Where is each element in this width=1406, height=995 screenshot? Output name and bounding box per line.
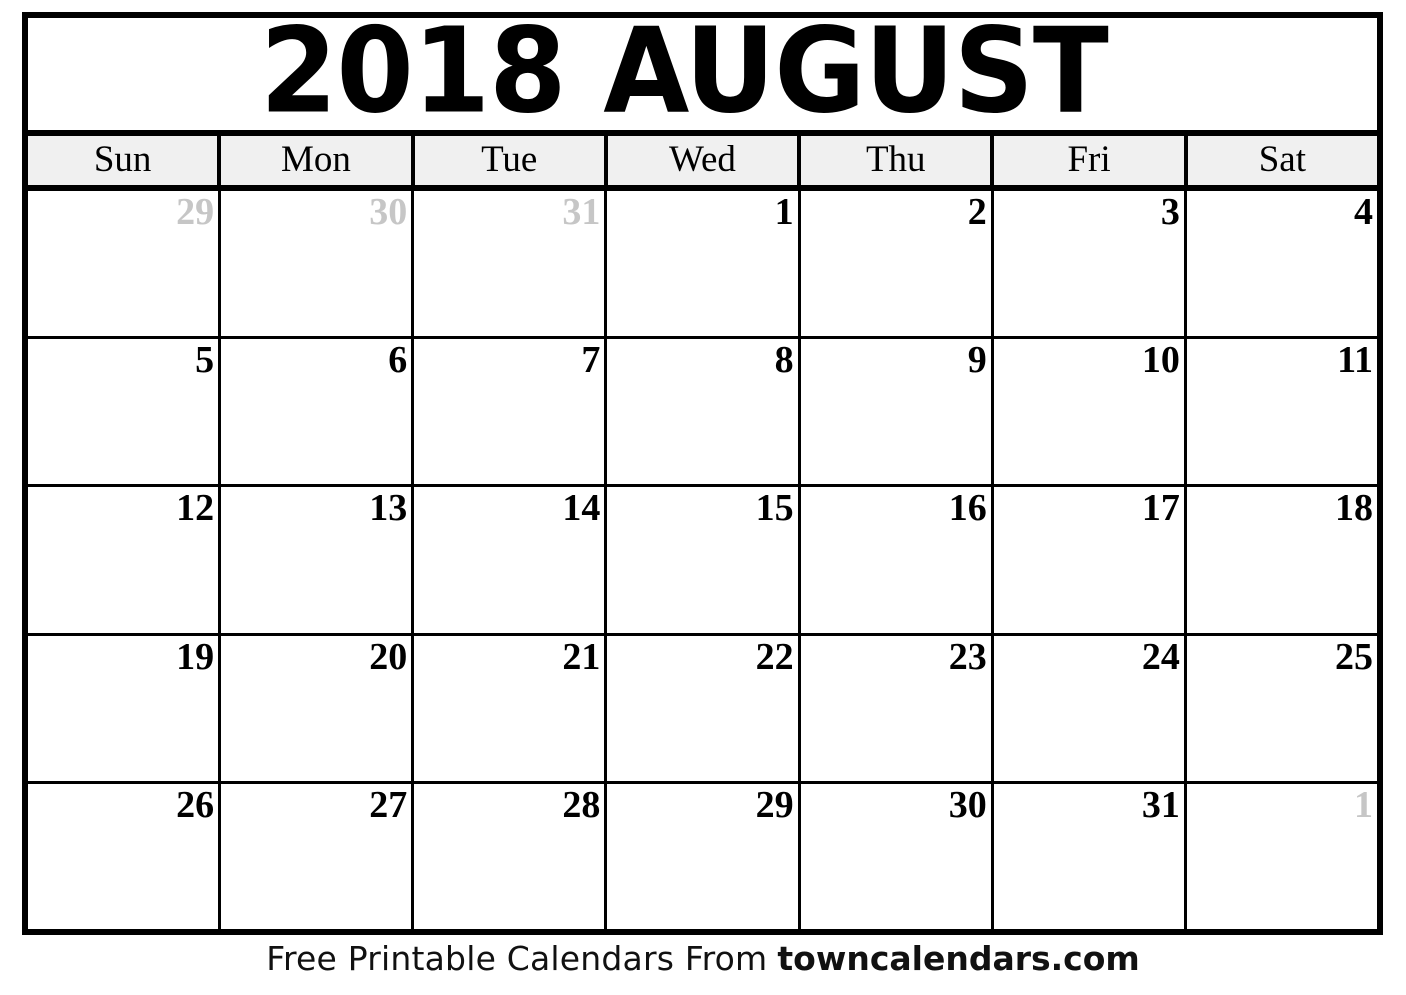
day-number: 30	[369, 191, 408, 233]
day-number: 22	[755, 635, 794, 678]
day-cell[interactable]: 26	[28, 783, 222, 930]
weekday-header-wed: Wed	[607, 136, 802, 185]
day-number: 6	[388, 339, 408, 382]
day-number: 23	[948, 635, 987, 678]
day-cell[interactable]: 8	[607, 339, 801, 485]
calendar-week-row: 5 6 7 8 9 10 11	[28, 339, 1377, 488]
day-number: 3	[1160, 191, 1180, 233]
day-number: 16	[948, 487, 987, 530]
day-cell[interactable]: 9	[800, 339, 994, 485]
day-number: 11	[1337, 339, 1373, 382]
calendar-week-row: 26 27 28 29 30 31 1	[28, 783, 1377, 930]
day-cell[interactable]: 1	[1186, 783, 1377, 930]
day-number: 2	[967, 191, 987, 233]
day-number: 8	[774, 339, 794, 382]
weekday-label: Wed	[669, 139, 736, 180]
day-cell[interactable]: 31	[414, 191, 608, 337]
footer-site-name: towncalendars.com	[777, 939, 1140, 978]
day-number: 30	[948, 783, 987, 826]
calendar-week-row: 29 30 31 1 2 3 4	[28, 191, 1377, 340]
day-cell[interactable]: 21	[414, 635, 608, 781]
weekday-label: Thu	[865, 139, 926, 180]
day-number: 20	[369, 635, 408, 678]
day-number: 28	[562, 783, 601, 826]
day-number: 9	[967, 339, 987, 382]
weekday-header-mon: Mon	[221, 136, 415, 185]
day-cell[interactable]: 30	[221, 191, 415, 337]
day-cell[interactable]: 5	[28, 339, 222, 485]
day-number: 1	[774, 191, 794, 233]
day-cell[interactable]: 13	[221, 487, 415, 633]
day-cell[interactable]: 18	[1186, 487, 1377, 633]
day-number: 17	[1141, 487, 1180, 530]
day-cell[interactable]: 16	[800, 487, 994, 633]
day-number: 14	[562, 487, 601, 530]
weekday-header-tue: Tue	[414, 136, 608, 185]
day-cell[interactable]: 29	[607, 783, 801, 930]
day-cell[interactable]: 30	[800, 783, 994, 930]
day-number: 5	[195, 339, 215, 382]
calendar-title-bar: 2018 AUGUST	[28, 18, 1377, 136]
day-number: 19	[176, 635, 215, 678]
weekday-header-thu: Thu	[801, 136, 995, 185]
day-cell[interactable]: 3	[993, 191, 1187, 337]
day-number: 4	[1353, 191, 1373, 233]
day-cell[interactable]: 6	[221, 339, 415, 485]
day-number: 27	[369, 783, 408, 826]
day-cell[interactable]: 25	[1186, 635, 1377, 781]
calendar-week-row: 19 20 21 22 23 24 25	[28, 635, 1377, 784]
day-number: 25	[1334, 635, 1373, 678]
day-cell[interactable]: 15	[607, 487, 801, 633]
day-number: 7	[581, 339, 601, 382]
day-number: 1	[1353, 783, 1373, 826]
day-cell[interactable]: 17	[993, 487, 1187, 633]
weekday-label: Sun	[93, 139, 152, 180]
day-number: 29	[755, 783, 794, 826]
day-number: 29	[176, 191, 215, 233]
day-cell[interactable]: 28	[414, 783, 608, 930]
calendar-title: 2018 AUGUST	[28, 18, 1339, 130]
day-number: 13	[369, 487, 408, 530]
day-cell[interactable]: 14	[414, 487, 608, 633]
weekday-label: Tue	[481, 139, 538, 180]
calendar-week-row: 12 13 14 15 16 17 18	[28, 487, 1377, 636]
calendar-title-text: 2018 AUGUST	[259, 18, 1109, 136]
day-number: 18	[1334, 487, 1373, 530]
weekday-header-sun: Sun	[28, 136, 222, 185]
weekday-label: Sat	[1258, 139, 1306, 180]
day-number: 12	[176, 487, 215, 530]
day-number: 31	[562, 191, 601, 233]
day-number: 10	[1141, 339, 1180, 382]
day-number: 24	[1141, 635, 1180, 678]
day-cell[interactable]: 31	[993, 783, 1187, 930]
day-cell[interactable]: 12	[28, 487, 222, 633]
day-cell[interactable]: 1	[607, 191, 801, 337]
day-cell[interactable]: 27	[221, 783, 415, 930]
footer-caption: Free Printable Calendars From	[266, 939, 768, 978]
day-cell[interactable]: 7	[414, 339, 608, 485]
day-cell[interactable]: 4	[1186, 191, 1377, 337]
day-cell[interactable]: 10	[993, 339, 1187, 485]
weekday-header-row: Sun Mon Tue Wed Thu Fri Sat	[28, 136, 1377, 191]
day-number: 21	[562, 635, 601, 678]
day-cell[interactable]: 2	[800, 191, 994, 337]
calendar-weeks-body: 29 30 31 1 2 3 4 5 6 7 8 9 10 11 12 13 1…	[28, 191, 1377, 930]
calendar-page: 2018 AUGUST Sun Mon Tue Wed Thu Fri Sat …	[0, 0, 1406, 995]
weekday-label: Fri	[1067, 139, 1111, 180]
day-cell[interactable]: 19	[28, 635, 222, 781]
day-cell[interactable]: 24	[993, 635, 1187, 781]
weekday-header-sat: Sat	[1187, 136, 1377, 185]
day-cell[interactable]: 22	[607, 635, 801, 781]
day-cell[interactable]: 20	[221, 635, 415, 781]
day-number: 26	[176, 783, 215, 826]
weekday-label: Mon	[280, 139, 351, 180]
weekday-header-fri: Fri	[994, 136, 1188, 185]
day-cell[interactable]: 29	[28, 191, 222, 337]
day-number: 15	[755, 487, 794, 530]
day-cell[interactable]: 11	[1186, 339, 1377, 485]
day-number: 31	[1141, 783, 1180, 826]
calendar-frame: 2018 AUGUST Sun Mon Tue Wed Thu Fri Sat …	[22, 12, 1383, 935]
footer: Free Printable Calendars From towncalenda…	[0, 942, 1406, 975]
day-cell[interactable]: 23	[800, 635, 994, 781]
